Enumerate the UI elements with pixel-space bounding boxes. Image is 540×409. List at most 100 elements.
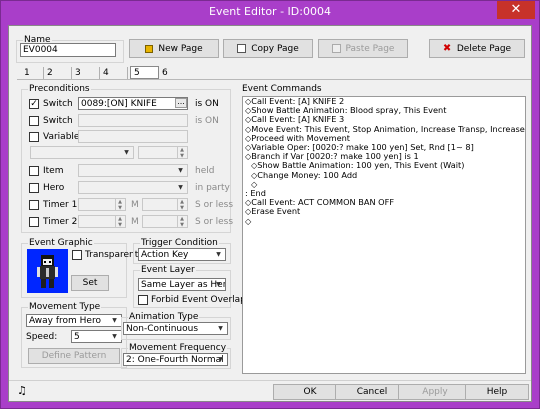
speed-select[interactable]: 5 ▼ — [71, 330, 122, 343]
timer2-m-label: M — [131, 217, 139, 227]
paste-page-label: Paste Page — [345, 43, 395, 54]
spinner-icon[interactable]: ▲ ▼ — [177, 216, 186, 227]
new-page-label: New Page — [158, 43, 203, 54]
switch1-ellipsis-button[interactable]: ... — [175, 98, 187, 108]
event-graphic-preview[interactable] — [27, 249, 68, 293]
tab-divider — [17, 79, 531, 80]
trigger-condition-select[interactable]: Action Key ▼ — [138, 248, 226, 261]
hero-checkbox[interactable] — [29, 183, 39, 193]
spinner-icon[interactable]: ▲ ▼ — [177, 199, 186, 210]
item-status: held — [195, 166, 215, 176]
tab-page-1[interactable]: 1 — [21, 67, 44, 79]
event-commands-label: Event Commands — [242, 84, 322, 94]
item-checkbox[interactable] — [29, 166, 39, 176]
animation-type-select[interactable]: Non-Continuous ▼ — [123, 322, 228, 335]
copy-page-label: Copy Page — [251, 43, 299, 54]
chevron-down-icon: ▼ — [216, 281, 221, 288]
delete-page-icon: ✖ — [442, 43, 452, 54]
chevron-down-icon: ▼ — [218, 325, 223, 332]
variable-operator-select[interactable]: ▼ — [30, 146, 134, 159]
timer1-checkbox[interactable] — [29, 200, 39, 210]
preconditions-group: Preconditions — [21, 83, 231, 233]
music-icon[interactable]: ♫ — [17, 385, 27, 397]
chevron-down-icon: ▼ — [124, 149, 129, 156]
event-commands-list[interactable]: ◇Call Event: [A] KNIFE 2 ◇Show Battle An… — [242, 96, 526, 374]
chevron-down-icon: ▼ — [178, 184, 183, 191]
switch1-status: is ON — [195, 99, 219, 109]
spinner-icon[interactable]: ▲ ▼ — [177, 147, 186, 158]
spinner-icon[interactable]: ▲ ▼ — [115, 199, 124, 210]
timer1-seconds-field[interactable]: ▲ ▼ — [142, 198, 188, 211]
movement-type-value: Away from Hero — [29, 316, 101, 326]
new-page-button[interactable]: New Page — [129, 39, 219, 58]
event-graphic-label: Event Graphic — [28, 237, 94, 249]
chevron-down-icon: ▼ — [112, 333, 117, 340]
command-line[interactable]: ◇Erase Event — [243, 207, 525, 216]
apply-button[interactable]: Apply — [398, 384, 472, 400]
dialog-client: Name EV0004 New Page Copy Page Paste Pag… — [8, 25, 532, 402]
help-button[interactable]: Help — [465, 384, 529, 400]
command-line[interactable]: ◇Change Money: 100 Add — [243, 170, 525, 180]
variable-label: Variable — [43, 132, 80, 142]
close-icon[interactable]: ✕ — [497, 1, 535, 19]
movement-type-select[interactable]: Away from Hero ▼ — [26, 314, 122, 327]
copy-page-button[interactable]: Copy Page — [223, 39, 313, 58]
timer2-status: S or less — [195, 217, 234, 227]
movement-type-label: Movement Type — [28, 301, 102, 313]
trigger-condition-value: Action Key — [141, 250, 189, 260]
delete-page-label: Delete Page — [456, 43, 512, 54]
timer1-minutes-field[interactable]: ▲ ▼ — [78, 198, 126, 211]
tab-page-2[interactable]: 2 — [44, 67, 72, 79]
preconditions-label: Preconditions — [28, 83, 91, 95]
command-line[interactable]: ◇ — [243, 179, 525, 189]
switch2-status: is ON — [195, 116, 219, 126]
speed-label: Speed: — [26, 332, 58, 342]
transparent-checkbox[interactable] — [72, 250, 82, 260]
hero-select[interactable]: ▼ — [78, 181, 188, 194]
window-title: Event Editor - ID:0004 — [209, 5, 331, 18]
new-page-icon — [145, 44, 154, 53]
copy-page-icon — [237, 44, 247, 53]
chevron-down-icon: ▼ — [112, 317, 117, 324]
timer2-seconds-field[interactable]: ▲ ▼ — [142, 215, 188, 228]
transparent-label: Transparent — [85, 250, 139, 260]
set-graphic-button[interactable]: Set — [71, 275, 109, 291]
event-layer-select[interactable]: Same Layer as Hero ▼ — [138, 278, 226, 291]
timer2-checkbox[interactable] — [29, 217, 39, 227]
name-input[interactable]: EV0004 — [20, 43, 116, 57]
switch1-checkbox[interactable]: ✓ — [29, 99, 39, 109]
character-sprite-icon — [37, 255, 58, 288]
timer1-label: Timer 1 — [43, 200, 78, 210]
speed-value: 5 — [74, 332, 80, 342]
switch1-field[interactable]: 0089:[ON] KNIFE — [78, 97, 188, 110]
hero-label: Hero — [43, 183, 65, 193]
hero-status: in party — [195, 183, 230, 193]
spinner-icon[interactable]: ▲ ▼ — [115, 216, 124, 227]
movement-frequency-select[interactable]: 2: One-Fourth Normal ▼ — [123, 353, 228, 366]
timer1-status: S or less — [195, 200, 234, 210]
tab-page-6[interactable]: 6 — [159, 67, 187, 79]
event-layer-label: Event Layer — [140, 264, 196, 276]
tab-page-5[interactable]: 5 — [130, 66, 159, 79]
variable-value-field[interactable]: ▲ ▼ — [138, 146, 188, 159]
switch1-label: Switch — [43, 99, 73, 109]
chevron-down-icon: ▼ — [218, 356, 223, 363]
variable-field[interactable] — [78, 130, 188, 143]
event-editor-window: Event Editor - ID:0004 ✕ Name EV0004 New… — [0, 0, 540, 409]
switch2-field[interactable] — [78, 114, 188, 127]
tab-page-3[interactable]: 3 — [72, 67, 100, 79]
item-select[interactable]: ▼ — [78, 164, 188, 177]
forbid-overlap-label: Forbid Event Overlap — [151, 295, 246, 305]
timer2-minutes-field[interactable]: ▲ ▼ — [78, 215, 126, 228]
define-pattern-button[interactable]: Define Pattern — [28, 348, 120, 364]
paste-page-button[interactable]: Paste Page — [318, 39, 408, 58]
forbid-overlap-checkbox[interactable] — [138, 295, 148, 305]
delete-page-button[interactable]: ✖ Delete Page — [429, 39, 525, 58]
variable-checkbox[interactable] — [29, 132, 39, 142]
item-label: Item — [43, 166, 64, 176]
tab-page-4[interactable]: 4 — [100, 67, 128, 79]
chevron-down-icon: ▼ — [178, 167, 183, 174]
switch2-checkbox[interactable] — [29, 116, 39, 126]
footer-divider — [9, 380, 531, 381]
command-line[interactable]: ◇ — [243, 216, 525, 226]
